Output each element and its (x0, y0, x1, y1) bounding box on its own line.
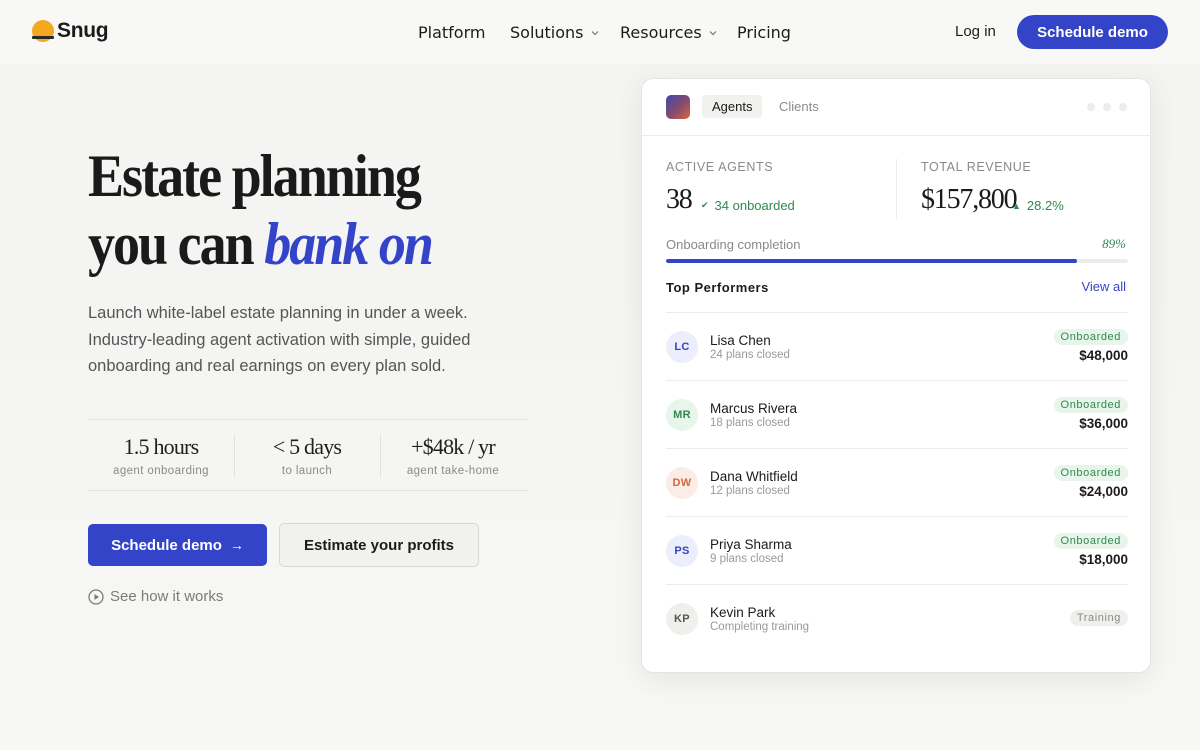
performer-detail: 18 plans closed (710, 417, 790, 429)
nav-item-platform[interactable]: Platform (418, 23, 485, 42)
window-dot (1103, 103, 1111, 111)
see-how-it-works-link[interactable]: See how it works (88, 588, 223, 605)
stat-label: agent take-home (406, 465, 500, 477)
stat-onboarding: 1.5 hours agent onboarding (88, 420, 234, 492)
window-dot (1087, 103, 1095, 111)
tab-clients[interactable]: Clients (769, 95, 829, 118)
performer-detail: 24 plans closed (710, 349, 790, 361)
button-label: Schedule demo (111, 536, 222, 554)
stat-label: to launch (281, 465, 333, 477)
total-revenue-sub: ▲ 28.2% (1012, 198, 1064, 213)
status-badge: Onboarded (1053, 329, 1128, 345)
card-toolbar: Agents Clients (642, 79, 1152, 136)
header-schedule-demo-button[interactable]: Schedule demo (1017, 15, 1168, 49)
arrow-right-icon: → (229, 537, 244, 553)
metric-divider (896, 159, 897, 219)
active-agents-value: 38 (666, 184, 693, 215)
brand-logo[interactable]: Snug (32, 19, 109, 43)
list-item[interactable]: MR Marcus Rivera 18 plans closed Onboard… (666, 380, 1128, 448)
avatar: MR (666, 399, 698, 431)
revenue-growth: 28.2% (1026, 198, 1064, 213)
headline-accent: bank on (264, 211, 434, 277)
status-badge: Onboarded (1053, 397, 1128, 413)
play-circle-icon (88, 588, 104, 605)
brand-name: Snug (57, 19, 109, 42)
avatar: PS (666, 535, 698, 567)
view-all-link[interactable]: View all (1081, 279, 1126, 294)
performer-name: Priya Sharma (710, 537, 792, 552)
active-agents-label: ACTIVE AGENTS (666, 160, 774, 174)
onboarding-progress-bar (666, 259, 1128, 263)
hero-lede: Launch white-label estate planning in un… (88, 304, 471, 375)
window-dot (1119, 103, 1127, 111)
app-icon (666, 95, 690, 119)
estimate-profits-button[interactable]: Estimate your profits (279, 523, 479, 567)
performer-amount: $36,000 (1079, 416, 1128, 431)
site-header: Snug Platform Solutions Resources Pricin… (0, 0, 1200, 64)
list-item[interactable]: PS Priya Sharma 9 plans closed Onboarded… (666, 516, 1128, 584)
onboarding-progress-fill (666, 259, 1078, 263)
chevron-down-icon (709, 30, 717, 35)
stat-value: 1.5 hours (123, 434, 200, 459)
performer-name: Marcus Rivera (710, 401, 798, 416)
performer-name: Dana Whitfield (710, 469, 798, 484)
performer-detail: 9 plans closed (710, 553, 784, 565)
list-item[interactable]: KP Kevin Park Completing training Traini… (666, 584, 1128, 652)
avatar: DW (666, 467, 698, 499)
list-item[interactable]: DW Dana Whitfield 12 plans closed Onboar… (666, 448, 1128, 516)
performer-amount: $18,000 (1079, 552, 1128, 567)
stat-label: agent onboarding (113, 465, 209, 477)
status-badge: Onboarded (1053, 465, 1128, 481)
nav-item-solutions[interactable]: Solutions (510, 23, 599, 42)
nav-item-label: Platform (418, 23, 486, 42)
performer-detail: 12 plans closed (710, 485, 790, 497)
total-revenue-value: $157,800 (921, 184, 1018, 215)
performer-detail: Completing training (710, 621, 810, 633)
headline-line-1: Estate planning (88, 143, 422, 209)
top-performers-title: Top Performers (666, 280, 769, 295)
nav-item-label: Solutions (510, 23, 584, 42)
avatar: LC (666, 331, 698, 363)
nav-item-resources[interactable]: Resources (620, 23, 717, 42)
nav-item-label: Pricing (737, 23, 791, 42)
dashboard-preview-card: Agents Clients ACTIVE AGENTS 38 ✔ 34 onb… (641, 78, 1152, 673)
link-label: See how it works (110, 588, 224, 605)
onboarding-completion-label: Onboarding completion (666, 237, 801, 252)
total-revenue-label: TOTAL REVENUE (921, 160, 1032, 174)
stat-launch: < 5 days to launch (234, 420, 380, 492)
status-badge: Onboarded (1053, 533, 1128, 549)
performers-list: LC Lisa Chen 24 plans closed Onboarded $… (666, 312, 1128, 652)
onboarding-completion-percent: 89% (1102, 236, 1126, 251)
sun-logo-icon (32, 20, 54, 42)
status-badge: Training (1069, 610, 1128, 626)
active-agents-onboarded: 34 onboarded (714, 198, 795, 213)
avatar: KP (666, 603, 698, 635)
performer-name: Lisa Chen (710, 333, 771, 348)
hero-stats: 1.5 hours agent onboarding < 5 days to l… (88, 419, 528, 491)
stat-value: < 5 days (272, 434, 342, 459)
schedule-demo-button[interactable]: Schedule demo → (88, 524, 267, 566)
active-agents-sub: ✔ 34 onboarded (701, 198, 795, 213)
stat-value: +$48k / yr (411, 434, 496, 459)
performer-amount: $48,000 (1079, 348, 1128, 363)
login-link[interactable]: Log in (955, 23, 996, 40)
nav-item-pricing[interactable]: Pricing (737, 23, 791, 42)
performer-amount: $24,000 (1079, 484, 1128, 499)
check-icon: ✔ (701, 200, 709, 210)
tab-agents[interactable]: Agents (702, 95, 763, 118)
chevron-down-icon (591, 30, 598, 35)
list-item[interactable]: LC Lisa Chen 24 plans closed Onboarded $… (666, 312, 1128, 380)
triangle-up-icon: ▲ (1012, 200, 1021, 211)
hero-headline: Estate planning you can bank on (88, 142, 538, 278)
performer-name: Kevin Park (710, 605, 776, 620)
headline-line-2: you can (88, 211, 265, 277)
stat-take-home: +$48k / yr agent take-home (380, 420, 526, 492)
nav-item-label: Resources (620, 23, 702, 42)
